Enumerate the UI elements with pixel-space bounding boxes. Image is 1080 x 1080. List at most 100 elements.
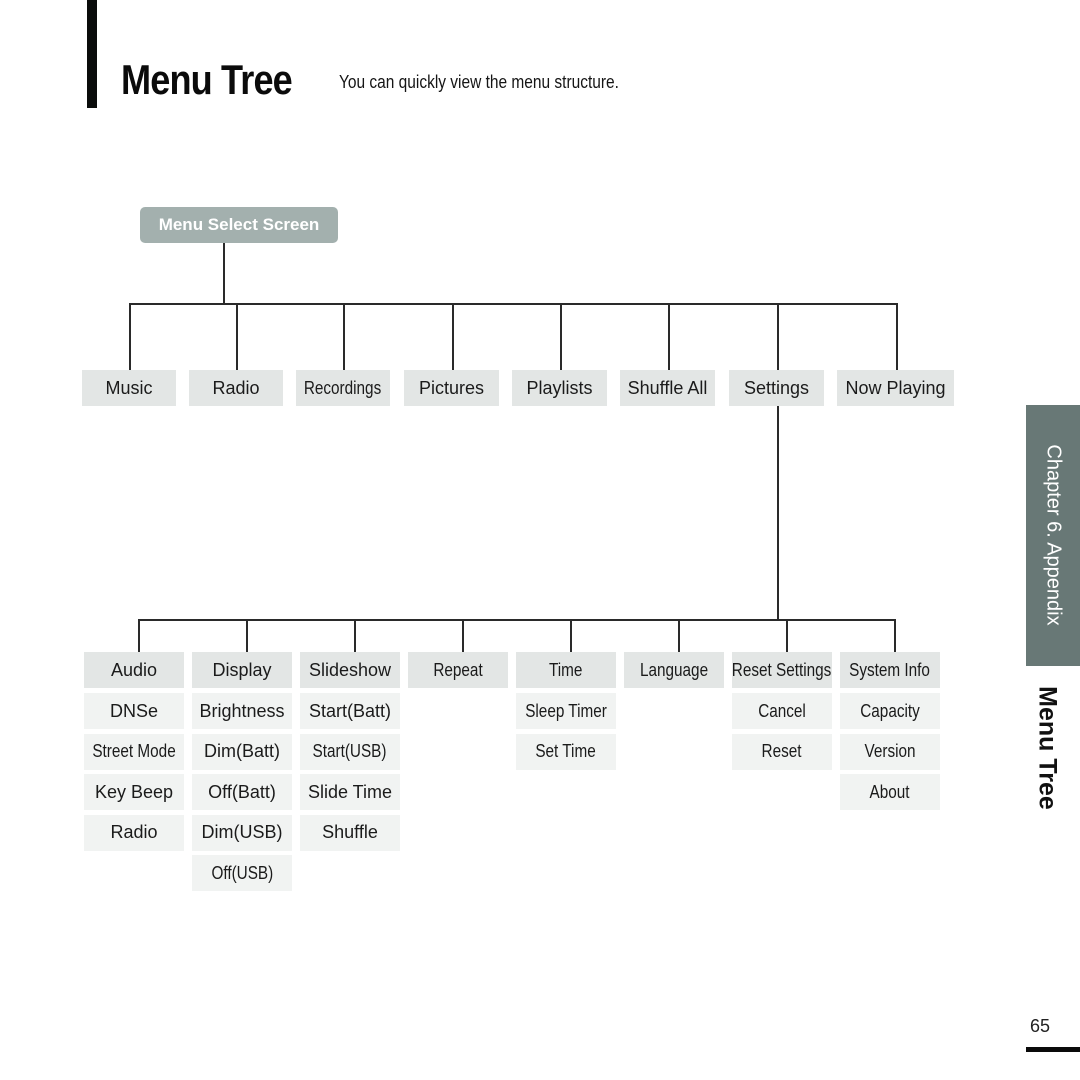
top-level-drop-line (129, 303, 131, 370)
settings-drop-line (354, 619, 356, 652)
settings-subitem-street-mode-label: Street Mode (92, 741, 176, 761)
settings-drop-line (894, 619, 896, 652)
settings-subitem-about: About (840, 774, 940, 810)
menu-item-playlists: Playlists (512, 370, 607, 406)
settings-subitem-slide-time: Slide Time (300, 774, 400, 810)
settings-subitem-shuffle: Shuffle (300, 814, 400, 851)
settings-subitem-off-usb: Off(USB) (192, 855, 292, 891)
settings-subitem-dim-usb: Dim(USB) (192, 814, 292, 851)
settings-subitem-reset: Reset (732, 733, 832, 770)
menu-item-music-label: Music (105, 377, 153, 398)
top-level-drop-line (668, 303, 670, 370)
menu-item-radio: Radio (189, 370, 283, 406)
menu-item-radio-label: Radio (212, 377, 260, 398)
chapter-label: Chapter 6. Appendix (1042, 444, 1065, 626)
settings-item-audio: Audio (84, 652, 184, 688)
settings-item-slideshow: Slideshow (300, 652, 400, 688)
top-level-drop-line (896, 303, 898, 370)
settings-subitem-off-batt: Off(Batt) (192, 774, 292, 810)
settings-subitem-dim-usb-label: Dim(USB) (201, 822, 283, 842)
settings-subitem-off-batt-label: Off(Batt) (208, 781, 276, 802)
top-level-drop-line (777, 303, 779, 370)
page-number: 65 (1030, 1016, 1051, 1036)
top-level-drop-line (452, 303, 454, 370)
root-connector (223, 243, 225, 304)
settings-item-repeat: Repeat (408, 652, 508, 688)
settings-item-language-label: Language (639, 659, 709, 680)
settings-subitem-start-batt-label: Start(Batt) (308, 700, 392, 721)
settings-subitem-brightness: Brightness (192, 693, 292, 729)
settings-item-reset-settings: Reset Settings (732, 652, 832, 688)
settings-subitem-radio-label: Radio (110, 822, 158, 842)
section-side-title: Menu Tree (1033, 686, 1062, 810)
top-level-branch-line (129, 303, 898, 305)
header-accent-bar (87, 0, 97, 108)
page-number-rule (1026, 1047, 1080, 1052)
top-level-drop-line (236, 303, 238, 370)
settings-subitem-brightness-label: Brightness (199, 700, 285, 721)
settings-subitem-slide-time-label: Slide Time (307, 781, 393, 802)
settings-drop-line (570, 619, 572, 652)
settings-subitem-cancel: Cancel (732, 693, 832, 729)
settings-subitem-reset-label: Reset (762, 741, 802, 761)
menu-item-shuffle-all-label: Shuffle All (627, 377, 708, 398)
menu-item-pictures: Pictures (404, 370, 499, 406)
menu-item-shuffle-all: Shuffle All (620, 370, 715, 406)
settings-subitem-shuffle-label: Shuffle (322, 822, 378, 842)
root-node-menu-select-screen: Menu Select Screen (140, 207, 338, 243)
menu-item-now-playing: Now Playing (837, 370, 954, 406)
settings-subitem-start-usb-label: Start(USB) (313, 741, 387, 761)
settings-drop-line (678, 619, 680, 652)
settings-drop-line (786, 619, 788, 652)
menu-item-settings: Settings (729, 370, 824, 406)
settings-subitem-capacity-label: Capacity (860, 700, 920, 721)
settings-subitem-set-time-label: Set Time (535, 741, 597, 761)
settings-item-reset-settings-label: Reset Settings (732, 659, 832, 680)
settings-item-system-info: System Info (840, 652, 940, 688)
settings-item-audio-label: Audio (110, 659, 158, 680)
menu-item-now-playing-label: Now Playing (845, 377, 946, 398)
settings-drop-line (138, 619, 140, 652)
settings-subitem-key-beep: Key Beep (84, 774, 184, 810)
settings-item-language: Language (624, 652, 724, 688)
menu-item-recordings: Recordings (296, 370, 390, 406)
settings-subitem-street-mode: Street Mode (84, 733, 184, 770)
settings-item-time-label: Time (549, 659, 583, 680)
settings-subitem-sleep-timer: Sleep Timer (516, 693, 616, 729)
settings-subitem-dnse: DNSe (84, 693, 184, 729)
settings-subitem-start-usb: Start(USB) (300, 733, 400, 770)
menu-item-music: Music (82, 370, 176, 406)
settings-subitem-version-label: Version (864, 741, 916, 761)
menu-item-settings-label: Settings (743, 377, 810, 398)
settings-subitem-dim-batt-label: Dim(Batt) (204, 741, 280, 761)
top-level-drop-line (343, 303, 345, 370)
settings-subitem-capacity: Capacity (840, 693, 940, 729)
settings-subitem-about-label: About (869, 781, 910, 802)
menu-item-playlists-label: Playlists (526, 377, 593, 398)
settings-subitem-version: Version (840, 733, 940, 770)
settings-drop-line (246, 619, 248, 652)
settings-drop-line (462, 619, 464, 652)
settings-subitem-set-time: Set Time (516, 733, 616, 770)
settings-subitem-dnse-label: DNSe (109, 700, 158, 721)
top-level-drop-line (560, 303, 562, 370)
settings-subitem-start-batt: Start(Batt) (300, 693, 400, 729)
settings-subitem-dim-batt: Dim(Batt) (192, 733, 292, 770)
settings-item-slideshow-label: Slideshow (308, 659, 392, 680)
menu-item-recordings-label: Recordings (304, 377, 382, 398)
settings-branch-line (138, 619, 896, 621)
settings-subitem-sleep-timer-label: Sleep Timer (525, 700, 607, 721)
settings-subitem-cancel-label: Cancel (758, 700, 806, 721)
settings-item-display-label: Display (212, 659, 272, 680)
settings-subitem-radio: Radio (84, 814, 184, 851)
settings-subitem-off-usb-label: Off(USB) (211, 862, 273, 883)
page-title: Menu Tree (121, 56, 293, 103)
settings-item-system-info-label: System Info (849, 659, 931, 680)
settings-subitem-key-beep-label: Key Beep (94, 781, 174, 802)
menu-item-pictures-label: Pictures (418, 377, 485, 398)
settings-connector (777, 406, 779, 620)
chapter-tab: Chapter 6. Appendix (1026, 405, 1080, 666)
settings-item-repeat-label: Repeat (433, 659, 483, 680)
settings-item-time: Time (516, 652, 616, 688)
settings-item-display: Display (192, 652, 292, 688)
